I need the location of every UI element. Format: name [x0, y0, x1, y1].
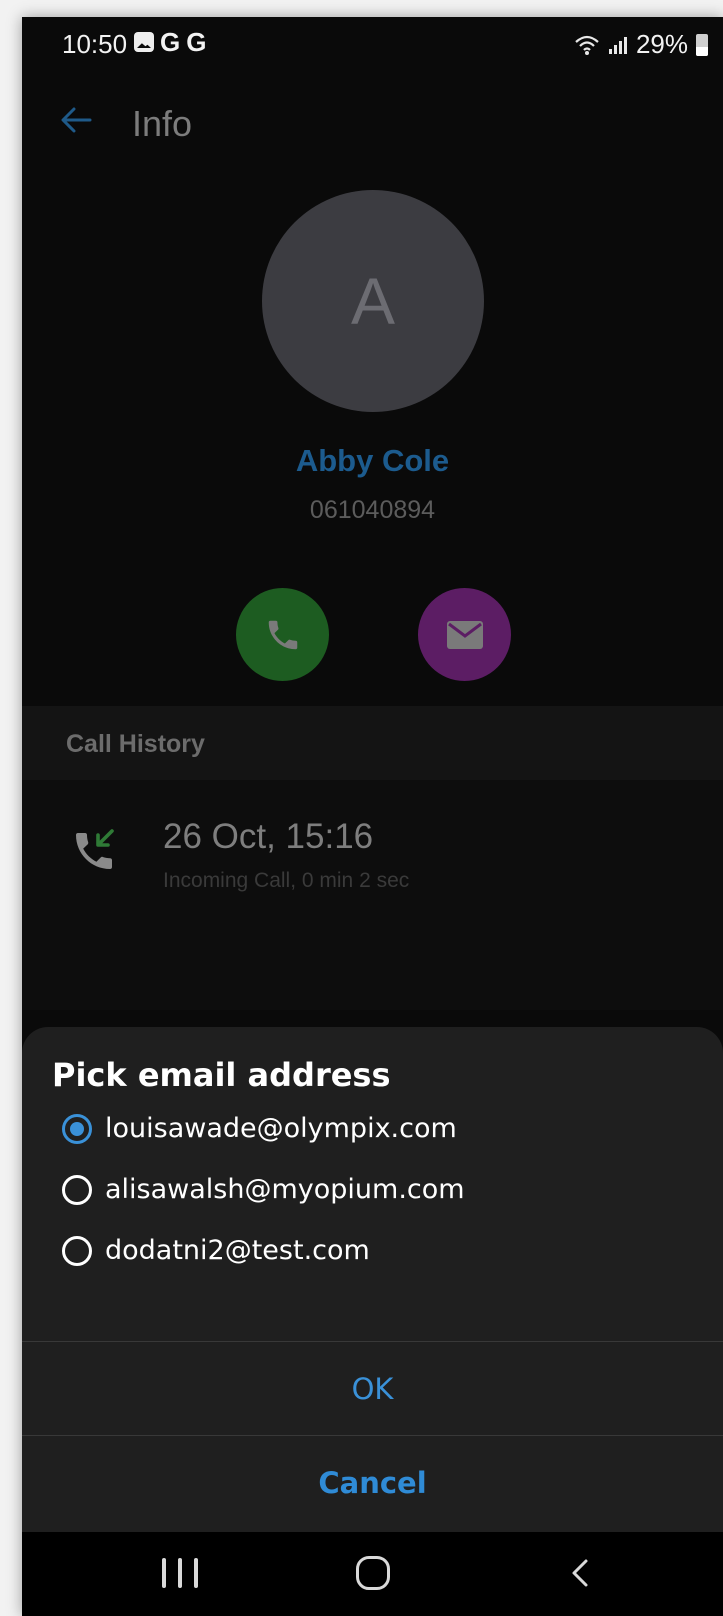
email-option[interactable]: louisawade@olympix.com [62, 1113, 457, 1144]
gallery-icon [134, 32, 154, 52]
wifi-icon [575, 35, 599, 55]
system-status: 29% [574, 29, 708, 60]
email-option-label: louisawade@olympix.com [105, 1113, 457, 1144]
signal-icon [608, 36, 627, 54]
cancel-button[interactable]: Cancel [22, 1436, 723, 1529]
contact-number: 061040894 [309, 496, 436, 524]
email-option-label: alisawalsh@myopium.com [105, 1174, 465, 1205]
google-icon: G [160, 27, 181, 57]
recent-apps-icon[interactable] [162, 1558, 198, 1588]
radio-button[interactable] [62, 1235, 92, 1266]
battery-percent: 29% [635, 29, 688, 59]
contact-name: Abby Cole [295, 443, 450, 478]
status-time: 10:50 [62, 29, 128, 59]
list-item[interactable] [22, 780, 723, 1010]
call-datetime: 26 Oct, 15:16 [163, 817, 374, 856]
home-icon[interactable] [356, 1556, 390, 1590]
incoming-call-icon [76, 829, 114, 869]
radio-button-selected[interactable] [62, 1113, 92, 1144]
call-history-title: Call History [66, 730, 205, 758]
call-detail: Incoming Call, 0 min 2 sec [163, 869, 410, 892]
notification-icons: G G [134, 27, 207, 57]
arrow-left-icon[interactable] [56, 100, 96, 140]
email-button[interactable] [418, 588, 511, 681]
email-option[interactable]: dodatni2@test.com [62, 1235, 370, 1266]
dialog-title: Pick email address [52, 1056, 391, 1094]
call-button[interactable] [236, 588, 329, 681]
envelope-icon [446, 620, 483, 649]
avatar-letter: A [350, 264, 396, 338]
back-icon[interactable] [562, 1555, 598, 1591]
google-icon: G [186, 27, 207, 57]
phone-screen: 10:50 G G 29% Info A Abby Cole 061040894 [22, 17, 723, 1616]
battery-icon [696, 33, 708, 56]
email-option-label: dodatni2@test.com [105, 1235, 370, 1266]
phone-icon [268, 620, 297, 649]
email-option[interactable]: alisawalsh@myopium.com [62, 1174, 465, 1205]
ok-button[interactable]: OK [22, 1342, 723, 1435]
avatar: A [262, 190, 484, 412]
page-title: Info [132, 103, 193, 144]
radio-button[interactable] [62, 1174, 92, 1205]
